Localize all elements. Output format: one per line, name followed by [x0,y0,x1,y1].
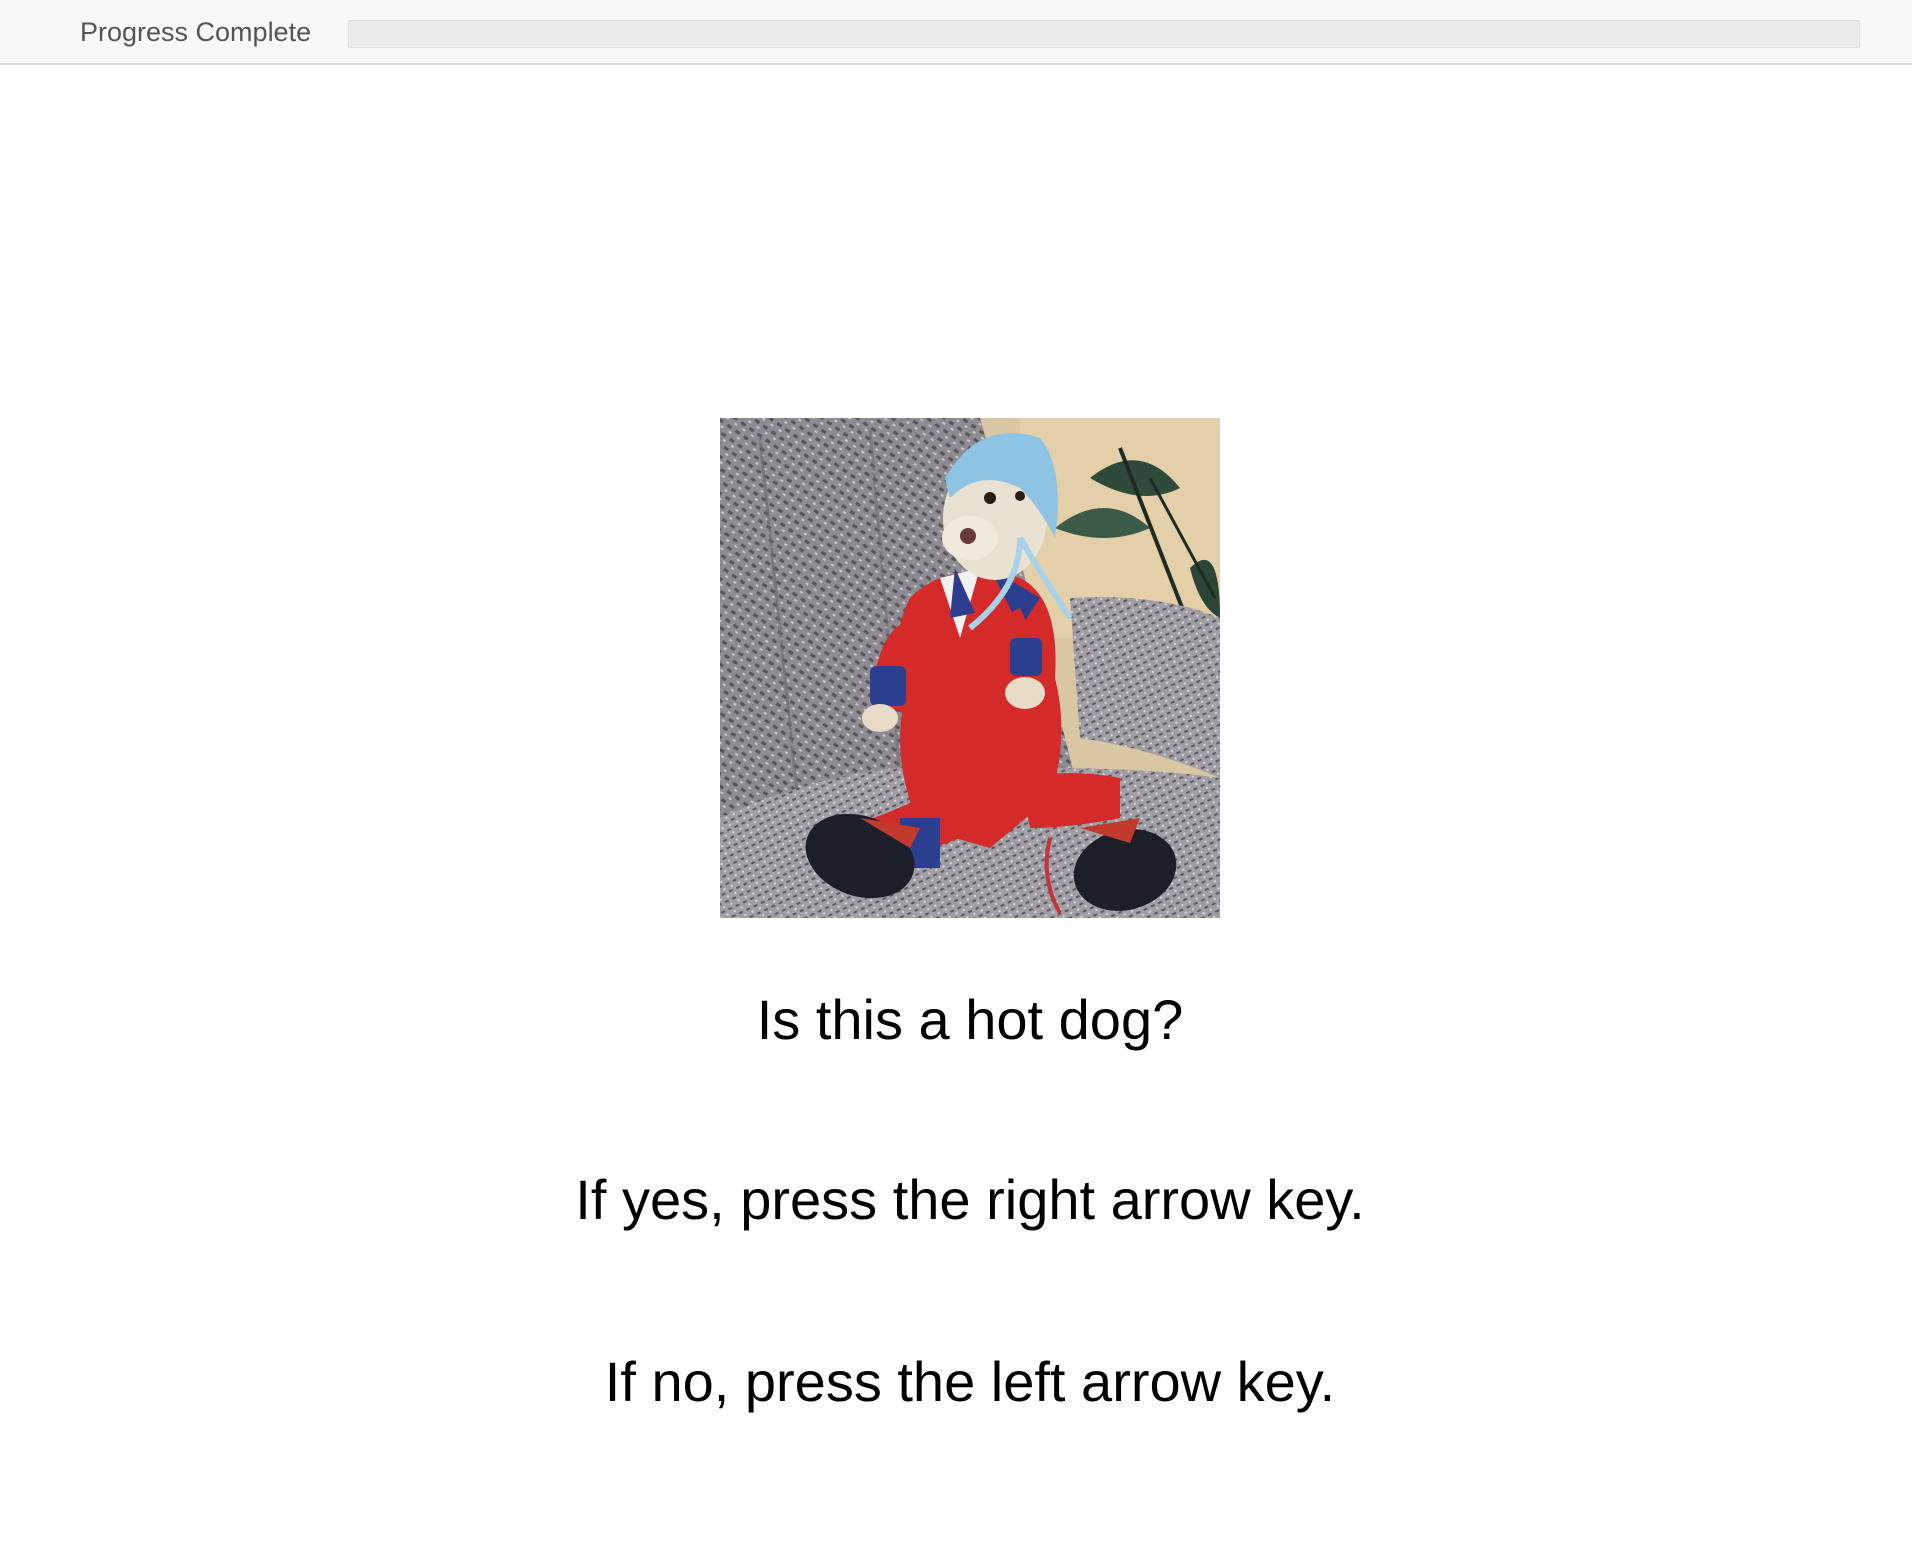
dog-in-costume-image [720,418,1220,918]
question-text: Is this a hot dog? [756,988,1184,1051]
instruction-yes: If yes, press the right arrow key. [575,1168,1365,1231]
progress-bar [348,20,1860,48]
progress-header: Progress Complete [0,0,1912,65]
instruction-no: If no, press the left arrow key. [604,1350,1336,1413]
stimulus-image [720,418,1220,918]
progress-label: Progress Complete [80,17,312,47]
